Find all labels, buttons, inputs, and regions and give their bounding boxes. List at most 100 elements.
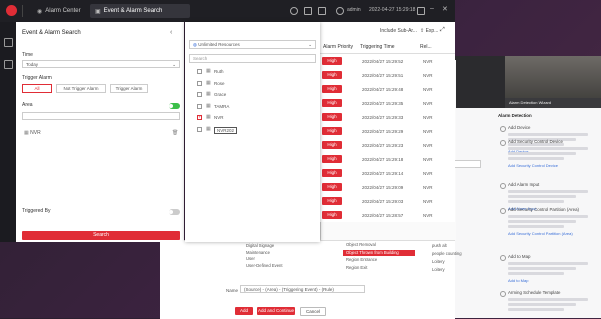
tab-alarm-center[interactable]: ◉ Alarm Center <box>32 4 86 18</box>
include-sub-area-label[interactable]: Include Sub-Ar... <box>380 28 417 34</box>
collapse-icon[interactable]: ‹ <box>170 29 172 36</box>
add-button[interactable]: Add <box>235 307 253 315</box>
trigger-option-all[interactable]: All <box>22 84 52 93</box>
triggering-time: 2022/04/27 15:29:14 <box>362 171 404 176</box>
rule-tree-item[interactable]: Loitery <box>432 259 445 264</box>
area-item[interactable]: ▦ NVR <box>24 130 41 136</box>
step-link[interactable]: Add Security Control Partition (Area) <box>508 231 573 236</box>
event-tree-item[interactable]: Digital Signage <box>246 243 274 248</box>
priority-badge: High <box>322 127 342 135</box>
name-input[interactable]: (Source) - (Area) - (Triggering Event) -… <box>240 285 365 293</box>
resource-list-item[interactable]: ✓ ▦ NVR <box>185 113 320 123</box>
event-type-item[interactable]: Object Thrown from Building <box>343 249 415 256</box>
chevron-down-icon: ⌄ <box>172 62 176 67</box>
close-icon[interactable]: ✕ <box>442 5 448 13</box>
event-tree-item[interactable]: User-Defined Event <box>246 263 283 268</box>
col-triggering-time[interactable]: Triggering Time <box>360 44 395 50</box>
export-button[interactable]: ⇪ Exp... <box>420 28 438 34</box>
table-row[interactable]: High 2022/04/27 15:29:48 NVR <box>320 85 455 95</box>
step-description-line <box>508 272 564 275</box>
search-button[interactable]: Search <box>22 231 180 240</box>
mid-dropdown[interactable] <box>451 160 481 168</box>
fullscreen-icon[interactable]: ⤢ <box>440 27 445 34</box>
user-icon[interactable] <box>336 7 344 15</box>
menu-icon[interactable] <box>4 38 13 47</box>
resource-list-item[interactable]: ▦ Grace <box>185 90 320 100</box>
step-link[interactable]: Add to Map <box>508 278 528 283</box>
related-source: NVR <box>423 185 433 190</box>
table-row[interactable]: High 2022/04/27 15:29:35 NVR <box>320 99 455 109</box>
event-tree-item[interactable]: User <box>246 256 255 261</box>
lock-icon[interactable] <box>417 7 425 15</box>
resource-item-label: Grace <box>214 92 227 97</box>
resource-select[interactable]: ◍ Unlimited Resources ⌄ <box>189 40 316 49</box>
tab-event-alarm-search[interactable]: ▣ Event & Alarm Search <box>90 4 190 18</box>
event-type-item[interactable]: Region Exit <box>343 265 415 271</box>
step-description-line <box>508 215 588 218</box>
resource-item-label: NVR202 <box>214 126 238 134</box>
step-description-line <box>508 195 576 198</box>
trigger-option-not-trigger[interactable]: Not Trigger Alarm <box>56 84 106 93</box>
time-select[interactable]: Today ⌄ <box>22 60 180 68</box>
table-row[interactable]: High 2022/04/27 15:29:18 NVR <box>320 155 455 165</box>
event-type-item[interactable]: Region Entrance <box>343 257 415 263</box>
delete-icon[interactable]: 🗑 <box>172 130 178 136</box>
checkbox[interactable] <box>197 80 202 86</box>
table-row[interactable]: High 2022/04/27 15:29:52 NVR <box>320 57 455 67</box>
results-table: Include Sub-Ar... ⇪ Exp... ⤢ Alarm Prior… <box>320 22 455 222</box>
col-related[interactable]: Rel... <box>420 44 432 50</box>
table-row[interactable]: High 2022/04/27 15:29:14 NVR <box>320 169 455 179</box>
resource-item-label: TAMRA <box>214 103 230 109</box>
area-toggle[interactable] <box>169 103 180 109</box>
resource-item-label: Rose <box>214 80 225 86</box>
phone-icon[interactable] <box>290 7 298 15</box>
add-and-continue-button[interactable]: Add and Continue <box>257 307 295 315</box>
message-icon[interactable] <box>304 7 312 15</box>
device-icon: ▦ <box>206 125 211 132</box>
priority-badge: High <box>322 155 342 163</box>
step-link[interactable]: Add Security Control Device <box>508 163 558 168</box>
area-search-field[interactable] <box>22 112 180 120</box>
step-description-line <box>508 133 588 136</box>
cancel-button[interactable]: Cancel <box>300 307 326 316</box>
checkbox[interactable] <box>197 69 202 74</box>
table-row[interactable]: High 2022/04/27 15:28:57 NVR <box>320 211 455 221</box>
rule-tree-item[interactable]: Loitery <box>432 267 445 272</box>
related-source: NVR <box>423 143 433 148</box>
checkbox[interactable] <box>197 103 202 109</box>
username[interactable]: admin <box>347 7 361 13</box>
table-row[interactable]: High 2022/04/27 15:29:51 NVR <box>320 71 455 81</box>
event-type-item[interactable]: Object Removal <box>343 242 415 248</box>
table-row[interactable]: High 2022/04/27 15:29:23 NVR <box>320 141 455 151</box>
triggering-time: 2022/04/27 15:29:33 <box>362 115 404 120</box>
triggering-time: 2022/04/27 15:29:51 <box>362 73 404 78</box>
event-tree-item[interactable]: Maintenance <box>246 250 270 255</box>
checkbox[interactable]: ✓ <box>197 114 202 120</box>
minimize-icon[interactable]: – <box>430 5 434 12</box>
resource-list-item[interactable]: ▦ NVR202 <box>185 125 320 135</box>
rule-tree-item[interactable]: push alt <box>432 243 447 248</box>
rule-tree-item[interactable]: people counting <box>432 251 462 256</box>
device-icon: ▦ <box>206 114 211 120</box>
table-row[interactable]: High 2022/04/27 15:29:03 NVR <box>320 197 455 207</box>
search-tab-icon: ▣ <box>95 8 101 15</box>
priority-badge: High <box>322 71 342 79</box>
resource-list-item[interactable]: ▦ TAMRA <box>185 102 320 112</box>
triggered-by-toggle[interactable] <box>169 209 180 215</box>
trigger-option-trigger[interactable]: Trigger Alarm <box>110 84 148 93</box>
checkbox[interactable] <box>197 126 202 132</box>
checkbox[interactable] <box>197 92 202 97</box>
resource-list-item[interactable]: ▦ Rose <box>185 79 320 89</box>
alarm-icon[interactable] <box>318 7 326 15</box>
step-indicator <box>500 208 506 214</box>
table-row[interactable]: High 2022/04/27 15:29:09 NVR <box>320 183 455 193</box>
related-source: NVR <box>423 59 433 64</box>
step-description-line <box>508 225 564 228</box>
home-icon[interactable] <box>4 60 13 69</box>
resource-search-input[interactable]: Search <box>189 54 316 63</box>
table-row[interactable]: High 2022/04/27 15:29:33 NVR <box>320 113 455 123</box>
col-alarm-priority[interactable]: Alarm Priority <box>323 44 353 50</box>
resource-list-item[interactable]: ▦ Ruth <box>185 67 320 77</box>
time-label: Time <box>22 52 33 58</box>
table-row[interactable]: High 2022/04/27 15:29:29 NVR <box>320 127 455 137</box>
